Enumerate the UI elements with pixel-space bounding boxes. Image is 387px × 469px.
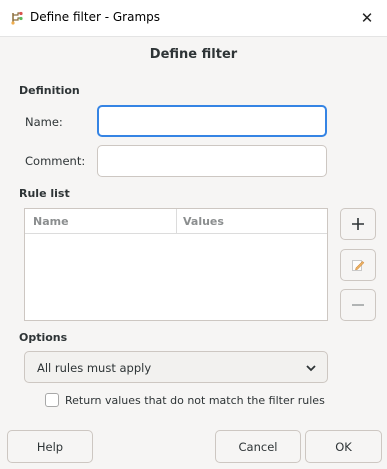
edit-rule-button[interactable] [340,249,376,281]
column-divider [176,209,177,233]
chevron-down-icon [306,365,316,372]
name-label: Name: [25,115,63,129]
cancel-button[interactable]: Cancel [215,430,301,463]
edit-icon [352,260,365,271]
remove-rule-button[interactable] [340,289,376,321]
column-header-name[interactable]: Name [33,215,69,228]
rule-logic-dropdown[interactable]: All rules must apply [24,351,328,383]
options-section-label: Options [19,331,68,344]
minus-icon [352,304,364,306]
plus-icon [352,218,364,230]
name-input[interactable] [97,105,327,137]
dialog-header: Define filter [0,36,387,74]
invert-filter-label[interactable]: Return values that do not match the filt… [65,394,325,407]
ok-button-label: OK [335,439,352,454]
definition-section-label: Definition [19,84,80,97]
rule-list-header: Name Values [25,209,327,234]
gramps-app-icon [11,11,23,25]
close-icon: ✕ [360,9,374,27]
column-header-values[interactable]: Values [183,215,224,228]
cancel-button-label: Cancel [238,439,278,454]
close-window-button[interactable]: ✕ [347,0,387,36]
help-button-label: Help [36,439,64,454]
comment-input[interactable] [97,145,327,177]
rule-logic-selected: All rules must apply [37,361,152,375]
add-rule-button[interactable] [340,208,376,240]
window-title: Define filter - Gramps [30,10,161,24]
invert-filter-checkbox[interactable] [45,393,59,407]
ok-button[interactable]: OK [305,430,382,463]
help-button[interactable]: Help [7,430,93,463]
rule-list-table[interactable]: Name Values [24,208,328,321]
rule-list-section-label: Rule list [19,187,70,200]
comment-label: Comment: [25,154,86,168]
window-titlebar: Define filter - Gramps ✕ [0,0,387,36]
dialog-title: Define filter [149,47,238,62]
